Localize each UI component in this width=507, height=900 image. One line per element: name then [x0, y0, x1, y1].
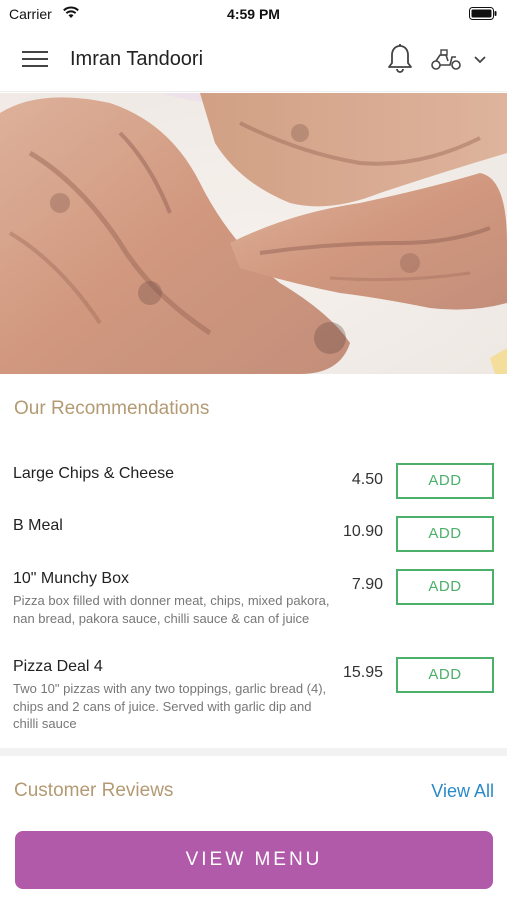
add-button[interactable]: ADD	[396, 463, 494, 499]
item-name: B Meal	[13, 517, 63, 534]
add-button[interactable]: ADD	[396, 569, 494, 605]
status-bar: Carrier 4:59 PM	[0, 0, 507, 28]
add-button[interactable]: ADD	[396, 516, 494, 552]
status-time: 4:59 PM	[227, 6, 280, 22]
app-header: Imran Tandoori	[0, 28, 507, 92]
chevron-down-icon[interactable]	[472, 53, 488, 65]
item-name: 10" Munchy Box	[13, 570, 129, 587]
item-price: 7.90	[351, 576, 383, 593]
item-name: Pizza Deal 4	[13, 658, 103, 675]
recommendations-title: Our Recommendations	[14, 398, 210, 419]
view-all-link[interactable]: View All	[431, 781, 494, 802]
food-photo	[0, 93, 507, 374]
item-description: Two 10" pizzas with any two toppings, ga…	[13, 681, 327, 731]
bell-icon[interactable]	[386, 43, 414, 75]
hero-image	[0, 93, 507, 374]
view-menu-button[interactable]: VIEW MENU	[15, 831, 493, 889]
battery-icon	[469, 7, 497, 20]
item-price: 15.95	[342, 664, 383, 681]
item-price: 10.90	[342, 523, 383, 540]
reviews-title: Customer Reviews	[14, 780, 174, 801]
item-price: 4.50	[351, 471, 383, 488]
add-button[interactable]: ADD	[396, 657, 494, 693]
page-title: Imran Tandoori	[70, 48, 204, 70]
section-divider	[0, 748, 507, 756]
item-description: Pizza box filled with donner meat, chips…	[13, 593, 330, 626]
item-name: Large Chips & Cheese	[13, 465, 174, 482]
menu-icon[interactable]	[22, 48, 48, 70]
scooter-icon[interactable]	[430, 47, 462, 71]
